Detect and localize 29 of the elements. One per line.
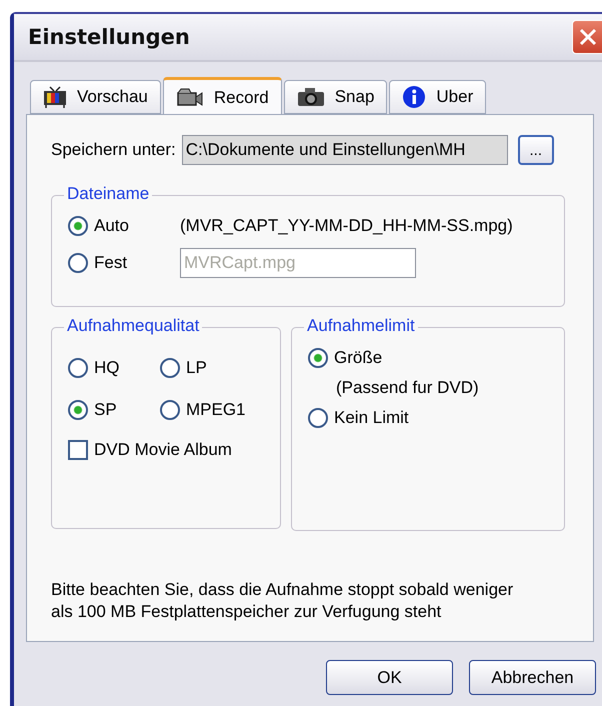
radio-option[interactable]: SP [68,400,160,420]
radio-option[interactable]: Größe [308,348,548,368]
browse-button[interactable]: ... [518,135,554,165]
checkbox-option[interactable]: DVD Movie Album [68,440,264,460]
filename-pattern: (MVR_CAPT_YY-MM-DD_HH-MM-SS.mpg) [180,216,513,236]
close-button[interactable] [572,20,602,54]
camcorder-icon [176,88,204,108]
save-path-label: Speichern unter: [51,140,176,160]
window-title: Einstellungen [28,25,190,49]
tab[interactable]: Snap [284,80,388,114]
camera-icon [296,87,325,107]
radio-option[interactable]: MPEG1 [160,400,264,420]
radio-option[interactable]: Kein Limit [308,408,548,428]
save-path-field[interactable]: C:\Dokumente und Einstellungen\MH [182,135,508,165]
dialog-button[interactable]: OK [326,660,453,695]
tab[interactable]: Uber [389,80,486,114]
tab[interactable]: Record [162,77,282,115]
radio-option[interactable]: Fest [68,253,180,273]
radio-option[interactable]: Auto [68,216,180,236]
disk-space-note: Bitte beachten Sie, dass die Aufnahme stoppt sobald weniger als 100 MB Festplattenspeicher zur Verfugung steht [51,579,514,623]
radio-option[interactable]: LP [160,358,264,378]
info-icon [402,85,426,109]
option-note: (Passend fur DVD) [336,378,479,397]
group-title: Aufnahmequalitat [64,316,202,336]
dialog-button[interactable]: Abbrechen [469,660,596,695]
radio-option[interactable]: HQ [68,358,160,378]
tv-icon [43,86,67,108]
close-icon [578,27,598,47]
tab[interactable]: Vorschau [30,80,161,114]
